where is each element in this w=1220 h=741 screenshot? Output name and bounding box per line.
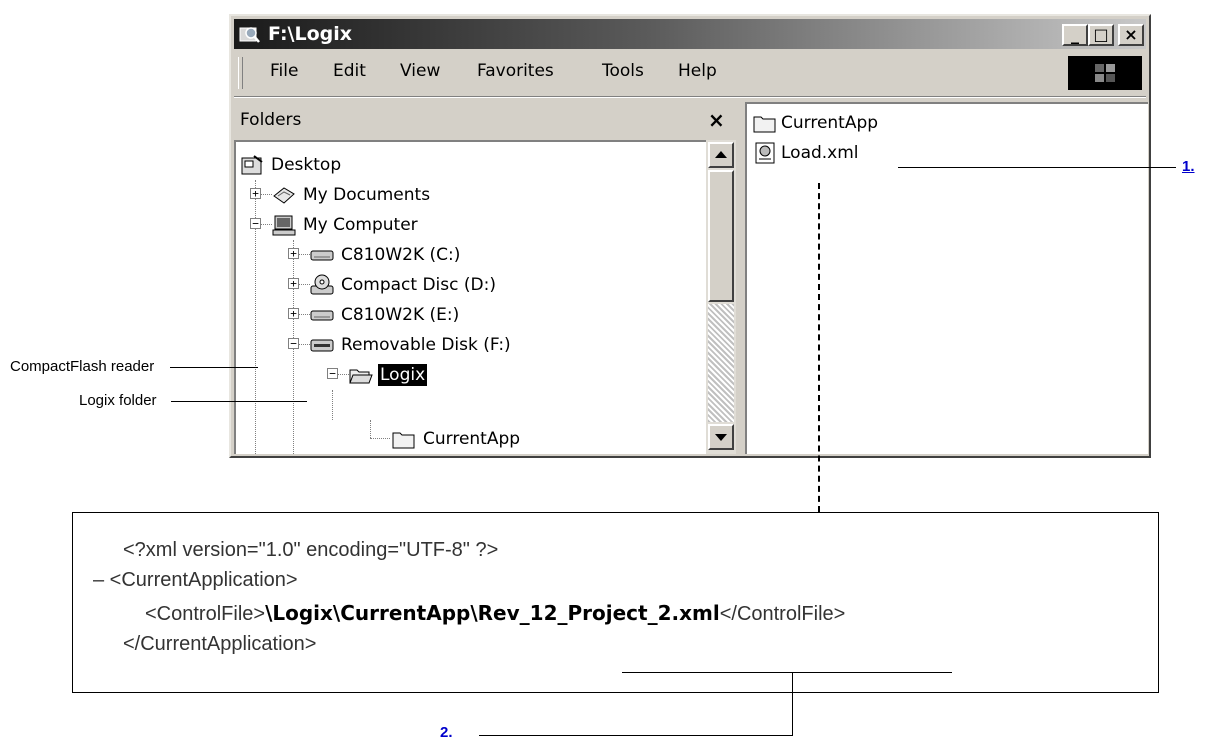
compactflash-leader xyxy=(170,367,258,368)
tree-connector xyxy=(260,224,272,225)
callout-2-leader-v xyxy=(792,672,793,736)
tree-connector xyxy=(298,314,310,315)
folder-open-icon xyxy=(349,369,373,384)
file-item-currentapp[interactable]: CurrentApp xyxy=(753,112,878,134)
drive-icon xyxy=(310,250,334,261)
my-computer-icon xyxy=(272,215,296,236)
tree-connector xyxy=(298,284,310,285)
callout-1-leader xyxy=(898,167,1176,168)
xml-current-application-open: – <CurrentApplication> xyxy=(93,569,298,591)
logix-folder-label: Logix folder xyxy=(79,392,157,409)
menu-grip[interactable] xyxy=(238,57,243,89)
cd-drive-icon xyxy=(310,274,334,295)
menu-bar: File Edit View Favorites Tools Help xyxy=(234,53,1146,93)
tree-item-drive-c[interactable]: C810W2K (C:) xyxy=(310,240,462,270)
logix-folder-leader xyxy=(171,401,307,402)
tree-connector xyxy=(370,438,390,439)
tree-connector xyxy=(260,194,272,195)
tree-item-my-computer[interactable]: My Computer xyxy=(272,210,420,240)
menu-file[interactable]: File xyxy=(270,61,298,81)
compactflash-reader-label: CompactFlash reader xyxy=(10,358,155,375)
xml-declaration: <?xml version="1.0" encoding="UTF-8" ?> xyxy=(123,539,499,561)
callout-1: 1. xyxy=(1182,158,1195,175)
tree-connector xyxy=(332,390,333,420)
tree-item-my-documents[interactable]: My Documents xyxy=(272,180,432,210)
arrow-up-icon xyxy=(715,151,727,158)
window-title: F:\Logix xyxy=(268,23,353,45)
collapse-toggle[interactable]: − xyxy=(288,338,299,349)
scroll-up-button[interactable] xyxy=(708,142,734,168)
callout-2: 2. xyxy=(440,724,453,741)
folder-tree[interactable]: Desktop + My Documents − My Computer + C… xyxy=(234,140,706,454)
xml-file-icon xyxy=(755,142,775,164)
my-documents-icon xyxy=(273,187,295,204)
windows-logo-icon xyxy=(1068,56,1142,90)
desktop-icon xyxy=(241,155,263,175)
tree-connector xyxy=(298,344,310,345)
tree-item-drive-e[interactable]: C810W2K (E:) xyxy=(310,300,461,330)
tree-connector xyxy=(370,420,371,438)
removable-disk-icon xyxy=(310,339,334,352)
xml-control-file-close: </ControlFile> xyxy=(719,603,846,625)
folder-icon xyxy=(392,432,415,449)
xml-control-file-path: \Logix\CurrentApp\Rev_12_Project_2.xml xyxy=(265,601,720,625)
menu-help[interactable]: Help xyxy=(678,61,717,81)
tree-item-currentapp[interactable]: CurrentApp xyxy=(392,424,522,454)
scroll-thumb[interactable] xyxy=(708,170,734,302)
collapse-toggle[interactable]: − xyxy=(250,218,261,229)
tree-connector xyxy=(298,254,310,255)
menu-separator xyxy=(234,96,1146,98)
xml-control-file-line: <ControlFile>\Logix\CurrentApp\Rev_12_Pr… xyxy=(145,601,845,626)
folders-pane: Folders × Desktop + My Documents − My Co… xyxy=(234,102,736,454)
tree-item-desktop[interactable]: Desktop xyxy=(240,150,343,180)
load-xml-connector xyxy=(818,183,820,512)
menu-favorites[interactable]: Favorites xyxy=(477,61,554,81)
expand-toggle[interactable]: + xyxy=(288,308,299,319)
close-button[interactable]: × xyxy=(1118,24,1144,46)
folders-close-button[interactable]: × xyxy=(708,108,725,132)
folder-search-icon xyxy=(239,27,260,43)
scroll-down-button[interactable] xyxy=(708,424,734,450)
tree-item-logix[interactable]: Logix xyxy=(349,360,428,390)
folders-title: Folders xyxy=(240,110,302,130)
drive-icon xyxy=(310,310,334,321)
explorer-window: F:\Logix _ □ × File Edit View Favorites … xyxy=(229,14,1151,458)
tree-item-compact-disc[interactable]: Compact Disc (D:) xyxy=(310,270,498,300)
tree-connector xyxy=(337,374,349,375)
tree-item-removable-disk[interactable]: Removable Disk (F:) xyxy=(310,330,513,360)
menu-edit[interactable]: Edit xyxy=(333,61,366,81)
collapse-toggle[interactable]: − xyxy=(327,368,338,379)
title-bar[interactable]: F:\Logix _ □ × xyxy=(234,19,1146,49)
tree-scrollbar[interactable] xyxy=(706,140,736,454)
expand-toggle[interactable]: + xyxy=(288,248,299,259)
folders-header: Folders × xyxy=(234,102,736,140)
folder-icon xyxy=(753,116,776,133)
arrow-down-icon xyxy=(715,434,727,441)
callout-2-underline xyxy=(622,672,952,673)
file-list-pane[interactable]: CurrentApp Load.xml xyxy=(745,102,1148,454)
expand-toggle[interactable]: + xyxy=(288,278,299,289)
scroll-track[interactable] xyxy=(708,304,734,422)
xml-current-application-close: </CurrentApplication> xyxy=(123,633,317,655)
file-item-load-xml[interactable]: Load.xml xyxy=(753,142,859,164)
expand-toggle[interactable]: + xyxy=(250,188,261,199)
xml-control-file-open: <ControlFile> xyxy=(145,603,266,625)
maximize-button[interactable]: □ xyxy=(1088,24,1114,46)
callout-2-leader-h xyxy=(479,735,793,736)
menu-tools[interactable]: Tools xyxy=(602,61,644,81)
minimize-button[interactable]: _ xyxy=(1062,24,1088,46)
xml-content-box: <?xml version="1.0" encoding="UTF-8" ?> … xyxy=(72,512,1159,693)
menu-view[interactable]: View xyxy=(400,61,440,81)
